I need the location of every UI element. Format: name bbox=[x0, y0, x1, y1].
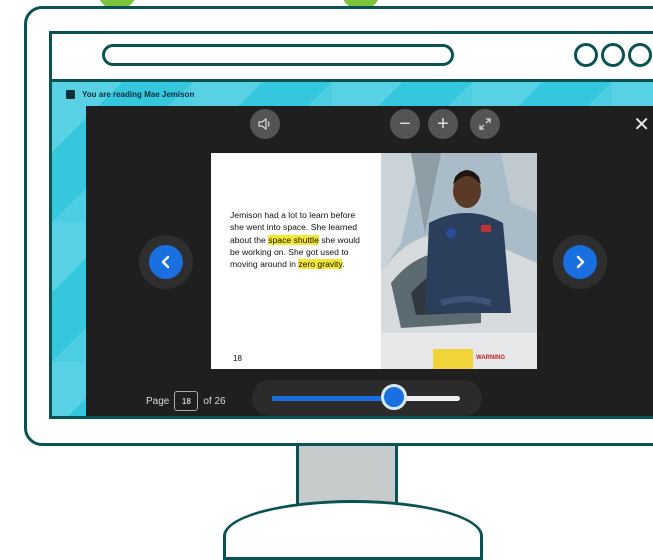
text-segment: . bbox=[342, 259, 345, 270]
zoom-in-button[interactable]: + bbox=[428, 109, 458, 139]
expand-icon bbox=[479, 118, 491, 130]
app-screen: You are reading Mae Jemison − + ✕ Jemiso… bbox=[49, 79, 653, 419]
page-body-text: Jemison had a lot to learn before she we… bbox=[230, 209, 360, 270]
book-viewer: − + ✕ Jemison had a lot to learn before … bbox=[86, 106, 653, 416]
book-page-photo: WARNING bbox=[381, 153, 537, 369]
page-slider-track[interactable] bbox=[272, 396, 460, 401]
page-label-text: Page bbox=[146, 395, 170, 407]
book-icon bbox=[66, 89, 75, 99]
monitor-stand-base bbox=[223, 500, 483, 560]
page-number: 18 bbox=[233, 354, 242, 363]
page-slider-container bbox=[252, 380, 482, 416]
book-page-text: Jemison had a lot to learn before she we… bbox=[211, 153, 383, 369]
astronaut-photo: WARNING bbox=[381, 153, 537, 369]
plus-icon: + bbox=[437, 112, 449, 135]
prev-page-wrapper bbox=[139, 235, 193, 289]
vocab-highlight[interactable]: space shuttle bbox=[268, 234, 319, 245]
zoom-out-button[interactable]: − bbox=[390, 109, 420, 139]
minus-icon: − bbox=[399, 112, 411, 135]
reading-title: You are reading Mae Jemison bbox=[82, 89, 195, 99]
page-slider-fill bbox=[272, 396, 395, 401]
page-indicator: Page 18 of 26 bbox=[146, 391, 226, 411]
chevron-left-icon bbox=[161, 255, 170, 269]
page-total-text: of 26 bbox=[203, 395, 226, 407]
speaker-icon bbox=[258, 117, 270, 131]
monitor-frame: You are reading Mae Jemison − + ✕ Jemiso… bbox=[24, 6, 653, 446]
monitor-stand-neck bbox=[296, 446, 398, 504]
chevron-right-icon bbox=[576, 255, 585, 269]
pager-bar: Page 18 of 26 bbox=[86, 378, 653, 416]
window-dot-3[interactable] bbox=[628, 43, 652, 67]
window-dot-2[interactable] bbox=[601, 43, 625, 67]
prev-page-button[interactable] bbox=[149, 245, 183, 279]
address-bar[interactable] bbox=[102, 44, 454, 66]
page-slider-thumb[interactable] bbox=[381, 384, 408, 410]
window-dot-1[interactable] bbox=[574, 43, 598, 67]
next-page-button[interactable] bbox=[563, 245, 597, 279]
page-number-input[interactable]: 18 bbox=[174, 391, 199, 411]
fullscreen-button[interactable] bbox=[470, 109, 500, 139]
next-page-wrapper bbox=[553, 235, 607, 289]
photo-sign-text: WARNING bbox=[476, 355, 505, 361]
vocab-highlight[interactable]: zero gravity bbox=[298, 259, 343, 270]
audio-button[interactable] bbox=[250, 109, 280, 139]
browser-chrome bbox=[49, 31, 653, 81]
close-button[interactable]: ✕ bbox=[633, 112, 650, 137]
reading-header: You are reading Mae Jemison bbox=[52, 82, 653, 106]
